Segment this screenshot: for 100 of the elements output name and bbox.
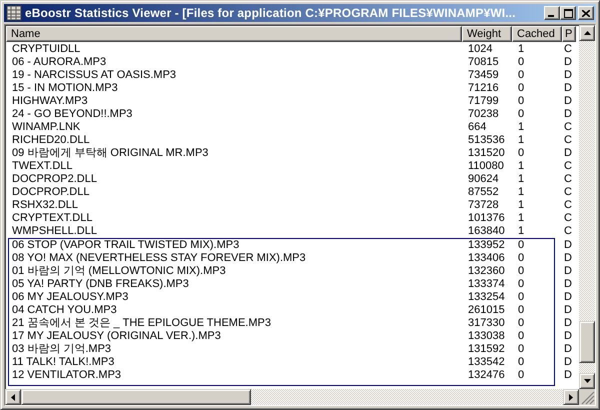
p-cell-text: C [563,160,573,173]
name-cell-text: RICHED20.DLL [11,134,91,147]
p-cell-text: D [563,369,573,382]
cached-cell-text: 0 [517,239,526,252]
cached-cell-text: 1 [517,173,526,186]
weight-cell-text: 132476 [467,369,506,382]
left-arrow-icon [11,394,15,400]
name-cell-text: 15 - IN MOTION.MP3 [11,82,119,95]
weight-cell-text: 73459 [467,69,500,82]
name-cell-text: 03 바람의 기억.MP3 [11,343,112,356]
weight-cell-text: 133542 [467,356,506,369]
horizontal-scrollbar[interactable] [5,389,579,405]
cached-cell-text: 0 [517,56,526,69]
cached-cell-text: 0 [517,69,526,82]
weight-cell-text: 70815 [467,56,500,69]
weight-cell-text: 131592 [467,343,506,356]
cached-cell-text: 0 [517,369,526,382]
right-arrow-icon [569,394,573,400]
close-button[interactable] [578,6,594,20]
cached-cell-text: 0 [517,82,526,95]
scroll-thumb[interactable] [21,389,251,405]
column-header[interactable]: Cached [512,26,562,42]
scroll-thumb[interactable] [579,321,595,363]
cached-cell-text: 1 [517,199,526,212]
weight-cell-text: 71799 [467,95,500,108]
vertical-scrollbar[interactable] [579,25,595,389]
name-cell-text: 19 - NARCISSUS AT OASIS.MP3 [11,69,178,82]
scroll-right-button[interactable] [563,389,579,405]
name-cell-text: DOCPROP2.DLL [11,173,98,186]
close-icon [582,10,590,16]
column-header[interactable]: Weight [462,26,512,42]
name-cell-text: 17 MY JEALOUSY (ORIGINAL VER.).MP3 [11,330,222,343]
name-cell-text: 06 STOP (VAPOR TRAIL TWISTED MIX).MP3 [11,239,240,252]
p-cell-text: C [563,199,573,212]
weight-cell-text: 133254 [467,291,506,304]
name-cell-text: 04 CATCH YOU.MP3 [11,304,118,317]
cached-cell-text: 0 [517,330,526,343]
cached-cell-text: 0 [517,252,526,265]
name-cell-text: 11 TALK! TALK!.MP3 [11,356,116,369]
weight-cell-text: 73728 [467,199,500,212]
cached-cell-text: 0 [517,147,526,160]
maximize-button[interactable] [560,6,576,20]
scroll-left-button[interactable] [5,389,21,405]
minimize-button[interactable] [544,6,560,20]
scroll-up-button[interactable] [579,25,595,41]
weight-cell-text: 133038 [467,330,506,343]
name-cell-text: 08 YO! MAX (NEVERTHELESS STAY FOREVER MIX).MP3 [11,252,307,265]
p-cell-text: D [563,147,573,160]
p-cell-text: D [563,239,573,252]
cached-cell-text: 0 [517,343,526,356]
down-arrow-icon [584,379,590,383]
grid-icon [6,5,22,21]
weight-cell-text: 1024 [467,43,494,56]
cached-cell-text: 1 [517,121,526,134]
name-cell-text: WINAMP.LNK [11,121,82,134]
cached-cell-text: 0 [517,265,526,278]
name-cell-text: WMPSHELL.DLL [11,225,98,238]
p-cell-text: D [563,317,573,330]
weight-cell-text: 513536 [467,134,506,147]
name-cell-text: RSHX32.DLL [11,199,80,212]
weight-cell-text: 664 [467,121,488,134]
cached-cell-text: 1 [517,186,526,199]
scroll-down-button[interactable] [579,373,595,389]
weight-cell-text: 133374 [467,278,506,291]
p-cell-text: D [563,69,573,82]
p-cell-text: D [563,356,573,369]
weight-cell-text: 87552 [467,186,500,199]
cached-cell-text: 0 [517,291,526,304]
weight-cell-text: 90624 [467,173,500,186]
cached-cell-text: 0 [517,95,526,108]
name-cell-text: 06 MY JEALOUSY.MP3 [11,291,130,304]
cached-cell-text: 1 [517,160,526,173]
cached-cell-text: 1 [517,43,526,56]
window-title: eBoostr Statistics Viewer - [Files for application C:¥PROGRAM FILES¥WINAMP¥WI... [25,6,517,20]
name-cell-text: TWEXT.DLL [11,160,74,173]
weight-cell-text: 101376 [467,212,506,225]
p-cell-text: C [563,43,573,56]
name-cell-text: 06 - AURORA.MP3 [11,56,108,69]
weight-cell-text: 132360 [467,265,506,278]
p-cell-text: C [563,134,573,147]
weight-cell-text: 261015 [467,304,506,317]
column-header[interactable]: P [562,26,576,42]
weight-cell-text: 131520 [467,147,506,160]
cached-cell-text: 0 [517,108,526,121]
weight-cell-text: 70238 [467,108,500,121]
p-cell-text: D [563,108,573,121]
p-cell-text: D [563,82,573,95]
name-cell-text: 12 VENTILATOR.MP3 [11,369,122,382]
p-cell-text: C [563,186,573,199]
name-cell-text: HIGHWAY.MP3 [11,95,89,108]
p-cell-text: C [563,212,573,225]
p-cell-text: D [563,252,573,265]
cached-cell-text: 1 [517,212,526,225]
p-cell-text: D [563,343,573,356]
column-header[interactable]: Name [6,26,462,42]
name-cell-text: DOCPROP.DLL [11,186,90,199]
up-arrow-icon [584,31,590,35]
weight-cell-text: 133952 [467,239,506,252]
name-cell-text: 09 바람에게 부탁해 ORIGINAL MR.MP3 [11,147,210,160]
p-cell-text: D [563,265,573,278]
